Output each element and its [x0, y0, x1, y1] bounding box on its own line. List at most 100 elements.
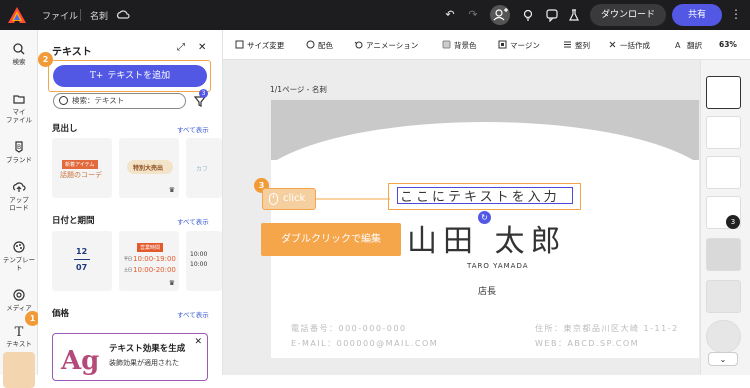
page-thumb-7[interactable]: [706, 320, 741, 353]
date-thumb-1[interactable]: 12 07: [52, 231, 112, 291]
zoom-level[interactable]: 63%: [719, 40, 737, 49]
page-thumb-5[interactable]: [706, 238, 741, 271]
crown-icon: ♛: [168, 279, 175, 287]
rail-item-media[interactable]: メディア: [0, 288, 38, 312]
tool-label: アニメーション: [366, 41, 419, 50]
media-icon: [13, 289, 25, 301]
tool-label: 一括作成: [620, 41, 650, 50]
tool-background[interactable]: 背景色: [442, 40, 477, 51]
download-button[interactable]: ダウンロード: [590, 4, 666, 26]
filter-count-badge: 3: [199, 89, 208, 98]
svg-text:B: B: [17, 144, 21, 151]
file-menu[interactable]: ファイル: [42, 9, 78, 22]
thumb-l1: 10:00-19:00: [133, 255, 176, 263]
step-badge-2: 2: [38, 52, 53, 67]
rail-label: アップ ロード: [9, 196, 29, 212]
tool-resize[interactable]: サイズ変更: [235, 40, 284, 51]
more-icon[interactable]: ⋮: [730, 7, 742, 21]
rail-item-myfiles[interactable]: マイ ファイル: [0, 92, 38, 124]
mouse-icon: [269, 193, 278, 205]
flask-icon[interactable]: [567, 8, 581, 22]
redo-icon[interactable]: ↷: [466, 8, 480, 22]
search-icon: [13, 43, 25, 55]
chevron-down-icon[interactable]: ⌄: [708, 352, 738, 366]
divider: [80, 9, 81, 21]
click-hint: click: [262, 188, 316, 210]
promo-title: テキスト効果を生成: [109, 344, 186, 354]
add-user-icon[interactable]: [490, 5, 510, 25]
see-all-dates-link[interactable]: すべて表示: [177, 216, 209, 226]
page-thumb-2[interactable]: [706, 116, 741, 149]
rail-item-upload[interactable]: アップ ロード: [0, 180, 38, 212]
close-icon[interactable]: ✕: [194, 337, 202, 347]
tool-label: 整列: [575, 41, 590, 50]
tool-color[interactable]: 配色: [306, 40, 333, 51]
tool-label: サイズ変更: [247, 41, 285, 50]
rail-label: 検索: [12, 58, 26, 66]
page-thumb-1[interactable]: [706, 76, 741, 109]
adobe-express-logo[interactable]: [8, 7, 26, 23]
folder-icon: [13, 95, 25, 104]
context-toolbar: サイズ変更 配色 アニメーション 背景色 マージン 整列 一括作成 A 翻訳 63…: [223, 30, 750, 60]
add-text-button[interactable]: T+ テキストを追加: [53, 65, 207, 87]
upload-cloud-icon: [12, 182, 26, 192]
text-panel: テキスト ⤢ ✕ T+ テキストを追加 2 検索：テキスト 3 見出し すべて表示…: [38, 30, 223, 381]
palette-icon: [306, 40, 315, 49]
date-thumb-2[interactable]: 営業時間 平日 10:00-19:00 土日 10:00-20:00 ♛: [119, 231, 179, 291]
section-price-title: 価格: [52, 309, 70, 319]
rail-label: ブランド: [6, 156, 32, 164]
placeholder-text[interactable]: ここにテキストを入力: [400, 186, 560, 205]
person-title[interactable]: 店長: [478, 284, 496, 297]
tool-label: 配色: [318, 41, 333, 50]
rail-label: メディア: [6, 304, 32, 312]
see-all-headings-link[interactable]: すべて表示: [177, 124, 209, 134]
thumb-p1: 平日: [124, 256, 132, 261]
page-thumb-6[interactable]: [706, 280, 741, 313]
person-name[interactable]: 山田 太郎: [407, 216, 567, 260]
rail-item-text[interactable]: T テキスト: [0, 325, 38, 349]
heading-thumb-2[interactable]: 特別大売出 ♛: [119, 138, 179, 198]
undo-icon[interactable]: ↶: [443, 8, 457, 22]
template-icon: [13, 241, 25, 253]
date-thumb-3[interactable]: 10:00 10:00: [186, 231, 222, 291]
castle-icon: [472, 122, 498, 157]
rail-item-search[interactable]: 検索: [0, 42, 38, 66]
phone-text: 電話番号：000-000-000: [291, 324, 407, 333]
thumb-main: 話題のコーデ: [60, 171, 102, 179]
page-count-badge: 3: [726, 215, 740, 229]
heading-thumb-3[interactable]: カフ: [186, 138, 222, 198]
section-headings-title: 見出し: [52, 124, 78, 134]
person-name-roman[interactable]: TARO YAMADA: [467, 262, 529, 270]
rail-label: テキスト: [6, 340, 32, 348]
double-click-hint: ダブルクリックで編集: [261, 223, 401, 256]
crown-icon: ♛: [168, 186, 175, 194]
address-text: 住所：東京都品川区大崎 1-11-2: [535, 324, 679, 333]
heading-thumb-1[interactable]: 新着アイテム 話題のコーデ: [52, 138, 112, 198]
expand-icon[interactable]: ⤢: [177, 42, 185, 53]
rail-item-brand[interactable]: B ブランド: [0, 140, 38, 164]
comment-icon[interactable]: [545, 8, 559, 22]
rail-item-templates[interactable]: テンプレート: [0, 240, 38, 272]
thumb-main: カフ: [196, 166, 209, 173]
document-name[interactable]: 名刺: [90, 9, 108, 22]
page-thumb-3[interactable]: [706, 156, 741, 189]
rail-active-highlight: [3, 352, 35, 388]
background-color-icon: [442, 40, 451, 49]
tool-animation[interactable]: アニメーション: [354, 40, 418, 51]
promo-body: 装飾効果が適用された: [109, 359, 179, 367]
tool-margin[interactable]: マージン: [498, 40, 540, 51]
tool-translate[interactable]: A 翻訳: [675, 40, 702, 51]
see-all-price-link[interactable]: すべて表示: [177, 309, 209, 319]
search-input[interactable]: 検索：テキスト: [53, 93, 186, 109]
lightbulb-icon[interactable]: [521, 8, 535, 22]
tool-label: マージン: [510, 41, 540, 50]
share-button[interactable]: 共有: [672, 4, 722, 26]
close-icon[interactable]: ✕: [198, 42, 206, 53]
text-icon: T: [14, 325, 24, 340]
resize-icon: [235, 40, 244, 49]
tool-arrange[interactable]: 整列: [563, 40, 590, 51]
text-effect-promo[interactable]: Ag テキスト効果を生成 装飾効果が適用された ✕: [52, 333, 208, 381]
tool-batch[interactable]: 一括作成: [608, 40, 650, 51]
cloud-icon: [116, 8, 130, 22]
tool-label: 翻訳: [687, 41, 702, 50]
